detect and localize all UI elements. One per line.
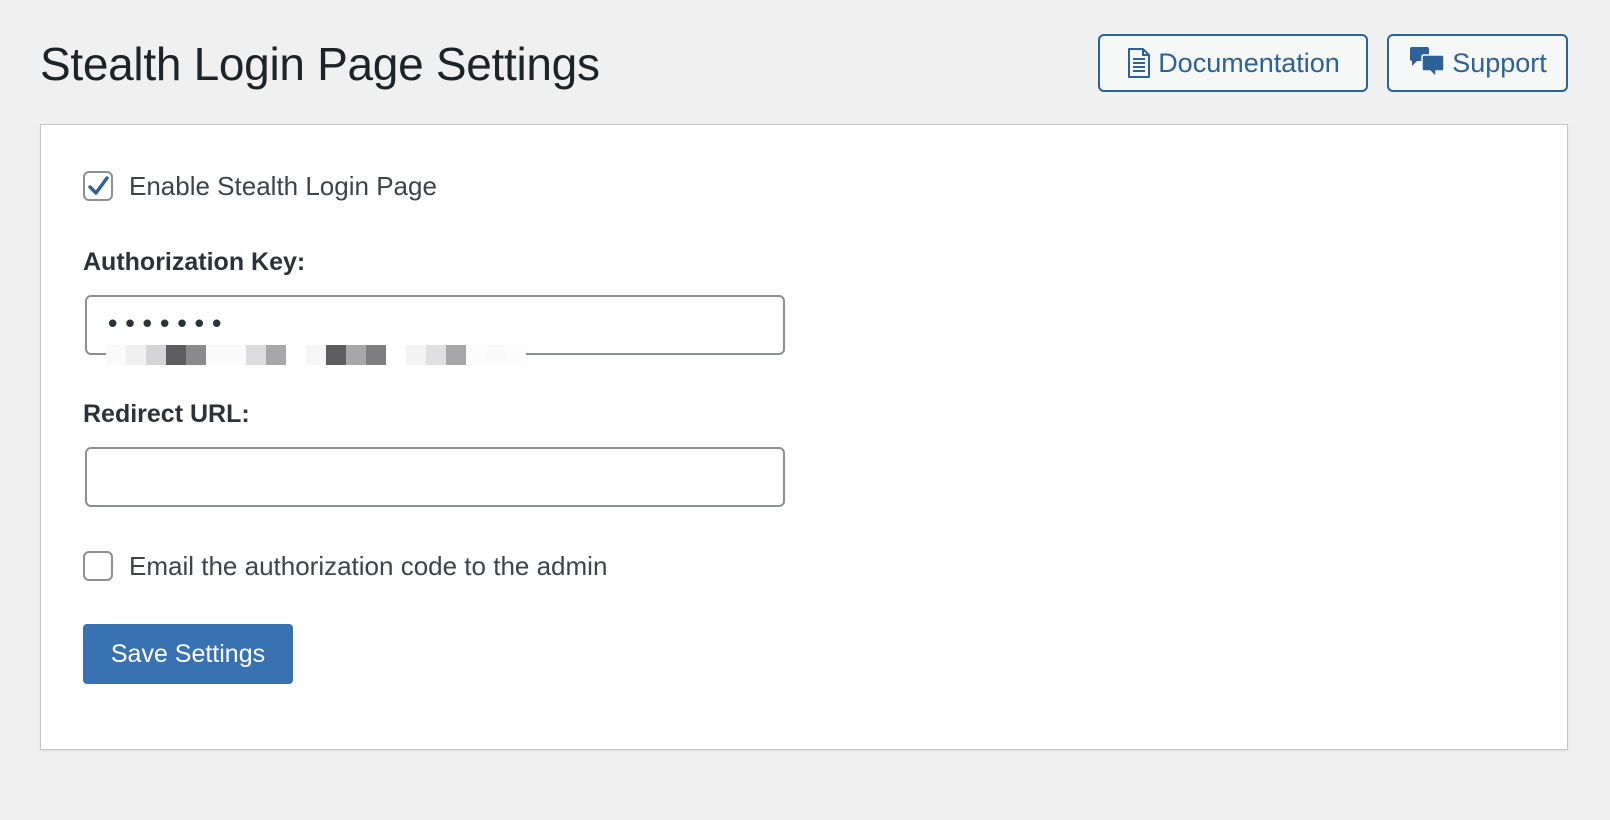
speech-bubbles-icon xyxy=(1408,46,1446,80)
redirect-url-input[interactable] xyxy=(85,447,785,507)
support-button[interactable]: Support xyxy=(1387,34,1568,92)
document-icon xyxy=(1126,47,1152,79)
enable-stealth-login-label: Enable Stealth Login Page xyxy=(129,171,437,201)
page-title: Stealth Login Page Settings xyxy=(40,38,600,90)
authorization-key-label: Authorization Key: xyxy=(83,248,306,276)
enable-stealth-login-checkbox[interactable] xyxy=(83,171,113,201)
documentation-button-label: Documentation xyxy=(1158,47,1340,78)
email-authorization-code-checkbox[interactable] xyxy=(83,551,113,581)
settings-card: Enable Stealth Login Page Authorization … xyxy=(40,124,1568,750)
enable-stealth-login-option[interactable]: Enable Stealth Login Page xyxy=(83,169,437,203)
email-authorization-code-option[interactable]: Email the authorization code to the admi… xyxy=(83,549,607,583)
authorization-key-input[interactable] xyxy=(85,295,785,355)
redirect-url-label: Redirect URL: xyxy=(83,400,250,428)
documentation-button[interactable]: Documentation xyxy=(1098,34,1368,92)
checkmark-icon xyxy=(88,176,109,195)
email-authorization-code-label: Email the authorization code to the admi… xyxy=(129,551,608,581)
support-button-label: Support xyxy=(1452,47,1547,78)
save-settings-button[interactable]: Save Settings xyxy=(83,624,293,684)
